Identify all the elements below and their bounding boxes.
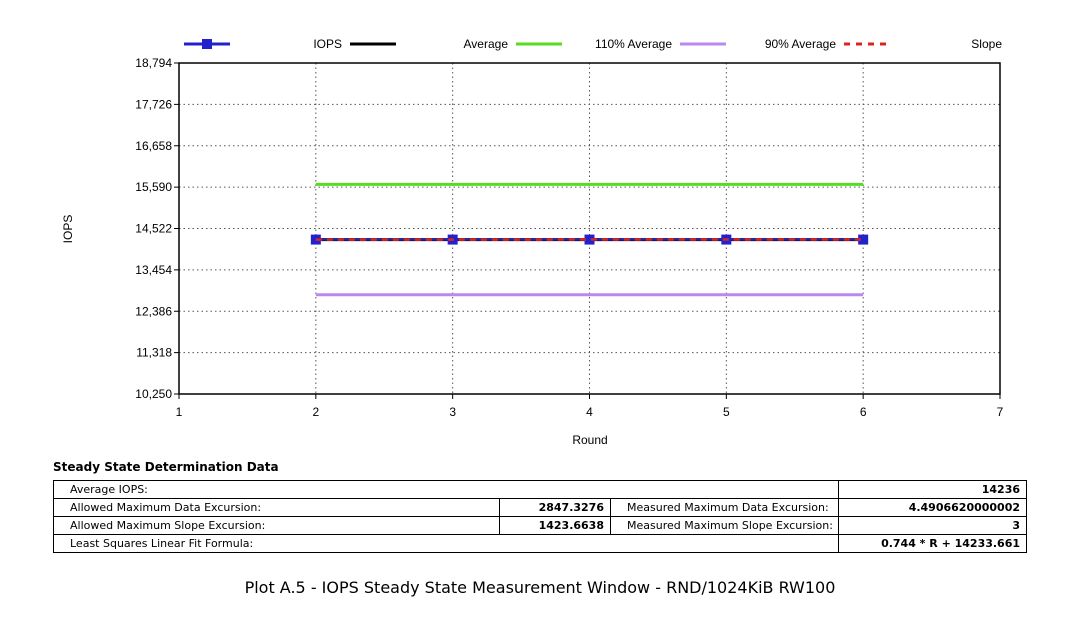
average-iops-value: 14236	[838, 480, 1028, 499]
legend-label-average: Average	[464, 37, 509, 51]
chart-legend: IOPS Average 110% Average 90% Average Slope	[184, 37, 1002, 51]
legend-marker-iops	[202, 39, 212, 49]
x-axis-label: Round	[572, 433, 607, 447]
fit-formula-label: Least Squares Linear Fit Formula:	[52, 534, 840, 553]
x-tick-label: 7	[997, 405, 1004, 419]
x-tick-label: 2	[312, 405, 319, 419]
y-tick-label: 13,454	[135, 263, 172, 277]
measured-slope-excursion-value: 3	[838, 516, 1028, 535]
x-tick-label: 1	[176, 405, 183, 419]
y-tick-label: 15,590	[135, 180, 172, 194]
x-tick-label: 5	[723, 405, 730, 419]
steady-state-table: Average IOPS: 14236 Allowed Maximum Data…	[52, 480, 1028, 553]
y-tick-label: 14,522	[135, 222, 172, 236]
y-tick-label: 10,250	[135, 387, 172, 401]
x-tick-label: 3	[449, 405, 456, 419]
legend-label-iops: IOPS	[313, 37, 342, 51]
measured-data-excursion-label: Measured Maximum Data Excursion:	[609, 498, 840, 517]
legend-label-90-average: 90% Average	[765, 37, 836, 51]
legend-label-110-average: 110% Average	[595, 37, 672, 51]
fit-formula-value: 0.744 * R + 14233.661	[838, 534, 1028, 553]
allowed-slope-excursion-label: Allowed Maximum Slope Excursion:	[53, 516, 500, 535]
axis-ticks: 10,250 11,318 12,386 13,454 14,522 15,590 16,6…	[135, 56, 1003, 419]
x-tick-label: 6	[860, 405, 867, 419]
allowed-slope-excursion-value: 1423.6638	[499, 516, 611, 535]
measured-data-excursion-value: 4.4906620000002	[838, 498, 1028, 517]
chart-series	[310, 182, 869, 297]
x-tick-label: 4	[586, 405, 593, 419]
y-tick-label: 16,658	[135, 139, 172, 153]
iops-steady-state-chart: 10,250 11,318 12,386 13,454 14,522 15,590 16,6…	[61, 37, 1004, 447]
average-iops-label: Average IOPS:	[52, 480, 840, 499]
table-row: Least Squares Linear Fit Formula: 0.744 …	[52, 534, 1028, 553]
y-tick-label: 12,386	[135, 304, 172, 318]
y-tick-label: 11,318	[136, 346, 172, 360]
legend-label-slope: Slope	[971, 37, 1002, 51]
table-row: Average IOPS: 14236	[52, 480, 1028, 499]
plot-caption: Plot A.5 - IOPS Steady State Measurement…	[244, 578, 836, 597]
table-row: Allowed Maximum Slope Excursion: 1423.66…	[53, 516, 1028, 535]
y-tick-label: 18,794	[135, 56, 172, 70]
table-title: Steady State Determination Data	[53, 460, 279, 474]
measured-slope-excursion-label: Measured Maximum Slope Excursion:	[609, 516, 840, 535]
chart-grid	[179, 63, 1000, 394]
y-axis-label: IOPS	[61, 215, 75, 244]
allowed-data-excursion-label: Allowed Maximum Data Excursion:	[53, 498, 500, 517]
y-tick-label: 17,726	[135, 97, 172, 111]
table-row: Allowed Maximum Data Excursion: 2847.327…	[53, 498, 1028, 517]
allowed-data-excursion-value: 2847.3276	[499, 498, 611, 517]
